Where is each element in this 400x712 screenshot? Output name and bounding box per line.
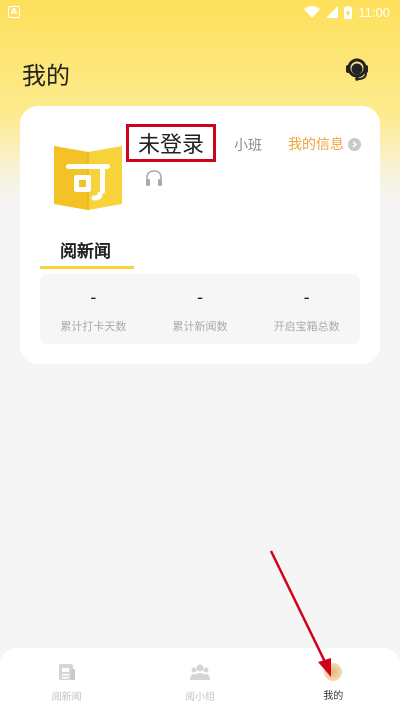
profile-icon: [324, 663, 343, 681]
headphone-icon[interactable]: [144, 168, 164, 188]
status-bar: A 11:00: [0, 0, 400, 24]
nav-item-read-group[interactable]: 阅小组: [133, 648, 266, 712]
stat-label: 开启宝箱总数: [273, 320, 340, 333]
stat-value: -: [90, 288, 97, 308]
stat-value: -: [303, 288, 310, 308]
my-info-link[interactable]: 我的信息: [288, 134, 361, 154]
nav-item-mine[interactable]: 我的: [267, 648, 400, 712]
customer-service-icon[interactable]: [342, 54, 372, 84]
tab-read-news[interactable]: 阅新闻: [60, 237, 111, 262]
chevron-right-icon: [348, 137, 361, 151]
group-icon: [189, 664, 210, 680]
battery-icon: [344, 5, 353, 19]
stat-value: -: [196, 288, 204, 308]
wifi-icon: [304, 6, 321, 18]
avatar[interactable]: [50, 140, 126, 214]
stat-label: 累计新闻数: [172, 320, 228, 333]
notification-icon: A: [8, 6, 20, 18]
page-title: 我的: [22, 62, 70, 90]
tab-underline: [40, 266, 134, 269]
nav-label: 阅新闻: [51, 692, 82, 703]
stat-checkin-days: - 累计打卡天数: [40, 274, 147, 344]
my-info-label: 我的信息: [288, 137, 344, 153]
nav-label: 阅小组: [184, 692, 215, 703]
profile-card: 未登录 小班 我的信息 阅新闻 - 累计打卡天数 - 累计新闻数 - 开启宝箱总…: [20, 106, 380, 364]
nav-item-read-news[interactable]: 阅新闻: [0, 648, 133, 712]
signal-icon: [326, 6, 339, 18]
bottom-nav: 阅新闻 阅小组 我的: [0, 648, 400, 712]
newspaper-icon: [58, 664, 75, 680]
stat-label: 累计打卡天数: [60, 320, 127, 333]
stats-panel: - 累计打卡天数 - 累计新闻数 - 开启宝箱总数: [40, 274, 360, 344]
stat-news-count: - 累计新闻数: [147, 274, 254, 344]
stat-treasure-count: - 开启宝箱总数: [253, 274, 360, 344]
class-label: 小班: [234, 138, 262, 154]
status-time: 11:00: [358, 4, 390, 20]
username[interactable]: 未登录: [138, 127, 204, 159]
username-highlight: 未登录: [126, 124, 216, 162]
nav-label: 我的: [323, 691, 344, 702]
